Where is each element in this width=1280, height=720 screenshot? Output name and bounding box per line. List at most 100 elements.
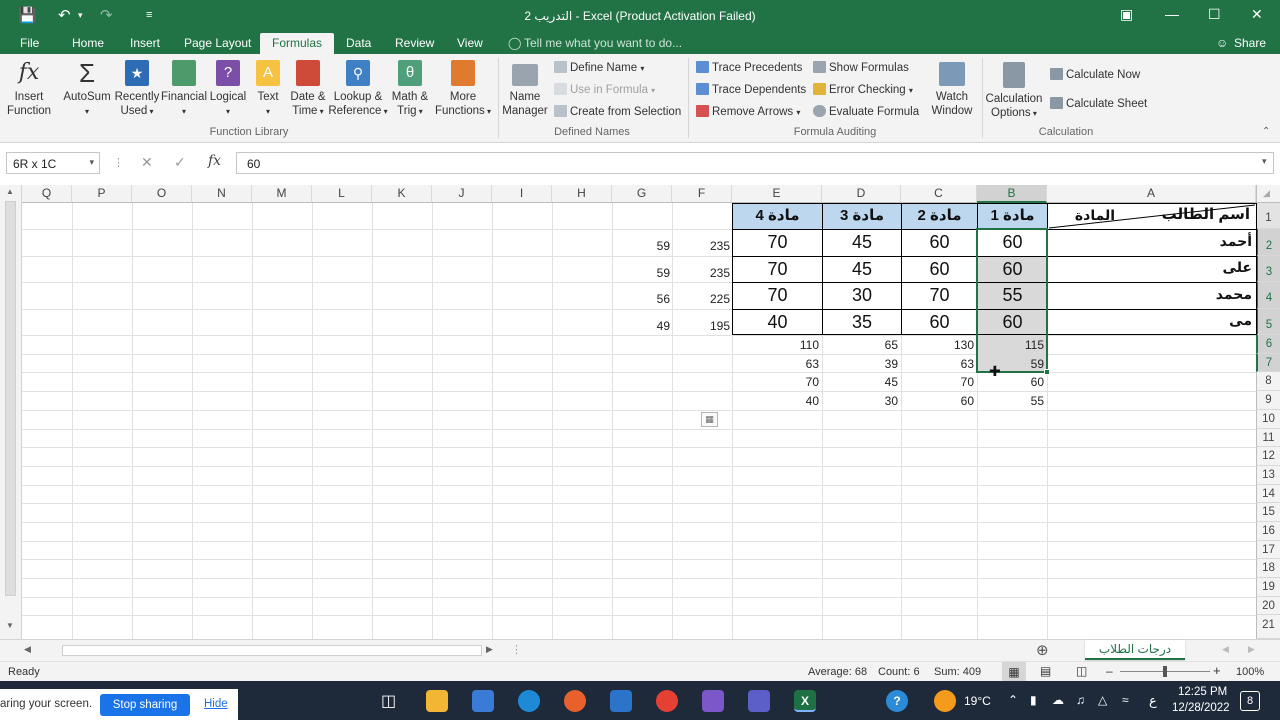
- cell-b3[interactable]: 60: [978, 259, 1047, 280]
- cloud-icon[interactable]: ☁: [1052, 693, 1064, 707]
- ribbon-display-icon[interactable]: ▣: [1120, 6, 1133, 23]
- cell-e5[interactable]: 40: [733, 312, 822, 333]
- row-header-19[interactable]: 19: [1256, 578, 1280, 597]
- cell-f5[interactable]: 195: [672, 319, 730, 333]
- cell-e3[interactable]: 70: [733, 259, 822, 280]
- trace-precedents-button[interactable]: Trace Precedents: [696, 61, 802, 74]
- status-count[interactable]: Count: 6: [878, 666, 920, 678]
- wifi-icon[interactable]: ≈: [1122, 693, 1129, 707]
- show-hidden-icons[interactable]: ⌃: [1008, 693, 1018, 707]
- chrome-icon[interactable]: [656, 690, 678, 712]
- weather-temperature[interactable]: 19°C: [964, 694, 991, 708]
- show-formulas-button[interactable]: Show Formulas: [813, 61, 909, 74]
- cell-f4[interactable]: 225: [672, 292, 730, 306]
- firefox-icon[interactable]: [564, 690, 586, 712]
- prev-sheet-icon[interactable]: ◀: [1222, 644, 1229, 655]
- insert-function-icon[interactable]: fx: [208, 153, 221, 169]
- name-manager-button[interactable]: Name Manager: [500, 64, 550, 118]
- cell-g4[interactable]: 56: [612, 292, 670, 306]
- tab-home[interactable]: Home: [72, 36, 104, 50]
- cell-d2[interactable]: 45: [823, 232, 901, 253]
- cell-g5[interactable]: 49: [612, 319, 670, 333]
- cell-d5[interactable]: 35: [823, 312, 901, 333]
- clock-date[interactable]: 12/28/2022: [1172, 702, 1230, 714]
- tab-page-layout[interactable]: Page Layout: [184, 36, 251, 50]
- cell-d6[interactable]: 65: [823, 338, 898, 352]
- cell-c3[interactable]: 60: [902, 259, 977, 280]
- cell-g2[interactable]: 59: [612, 239, 670, 253]
- scroll-right-icon[interactable]: ▶: [486, 644, 493, 655]
- page-layout-view-icon[interactable]: ▤: [1040, 664, 1051, 678]
- tab-review[interactable]: Review: [395, 36, 434, 50]
- row-header-21[interactable]: 21: [1256, 615, 1280, 639]
- calculate-now-button[interactable]: Calculate Now: [1050, 68, 1140, 81]
- stop-sharing-button[interactable]: Stop sharing: [100, 694, 190, 716]
- page-break-view-icon[interactable]: ◫: [1076, 664, 1087, 678]
- column-header-p[interactable]: P: [72, 185, 132, 203]
- vertical-scroll-thumb[interactable]: [5, 201, 16, 596]
- column-header-a[interactable]: A: [1047, 185, 1256, 203]
- zoom-out-icon[interactable]: –: [1106, 664, 1113, 678]
- row-header-7[interactable]: 7: [1256, 354, 1280, 372]
- row-header-4[interactable]: 4: [1256, 282, 1280, 309]
- fill-handle[interactable]: [1044, 369, 1050, 375]
- row-header-16[interactable]: 16: [1256, 522, 1280, 541]
- column-header-d[interactable]: D: [822, 185, 901, 203]
- cancel-icon[interactable]: ✕: [141, 154, 153, 171]
- scroll-left-icon[interactable]: ◀: [24, 644, 31, 655]
- row-header-6[interactable]: 6: [1256, 335, 1280, 354]
- cell-e8[interactable]: 70: [733, 375, 819, 389]
- column-header-j[interactable]: J: [432, 185, 492, 203]
- remove-arrows-button[interactable]: Remove Arrows ▾: [696, 105, 800, 118]
- expand-formula-bar-icon[interactable]: ▾: [1262, 156, 1267, 167]
- row-header-12[interactable]: 12: [1256, 447, 1280, 466]
- maximize-icon[interactable]: ☐: [1208, 6, 1221, 23]
- sheet-tab-grades[interactable]: درجات الطلاب: [1085, 640, 1185, 660]
- network-icon[interactable]: △: [1098, 693, 1107, 707]
- status-average[interactable]: Average: 68: [808, 666, 867, 678]
- select-all-corner[interactable]: ◢: [1256, 185, 1280, 203]
- enter-icon[interactable]: ✓: [174, 154, 186, 171]
- cell-b4[interactable]: 55: [978, 285, 1047, 306]
- column-header-g[interactable]: G: [612, 185, 672, 203]
- worksheet-grid[interactable]: ▲ ▼ Q P O N M L K J I H G F E D C B A ◢ …: [0, 185, 1280, 639]
- cell-f2[interactable]: 235: [672, 239, 730, 253]
- input-language[interactable]: ع: [1149, 693, 1157, 709]
- battery-icon[interactable]: ▮: [1030, 693, 1037, 707]
- cell-b6[interactable]: 115: [978, 338, 1044, 352]
- row-header-11[interactable]: 11: [1256, 429, 1280, 447]
- edge-icon[interactable]: [518, 690, 540, 712]
- save-icon[interactable]: 💾: [18, 6, 37, 24]
- column-header-i[interactable]: I: [492, 185, 552, 203]
- row-header-17[interactable]: 17: [1256, 541, 1280, 559]
- undo-icon[interactable]: ↶: [58, 6, 71, 24]
- horizontal-scrollbar[interactable]: [62, 645, 482, 656]
- cell-c2[interactable]: 60: [902, 232, 977, 253]
- share-button[interactable]: Share: [1234, 36, 1266, 50]
- math-trig-button[interactable]: θ Math & Trig ▾: [386, 60, 434, 119]
- cell-e9[interactable]: 40: [733, 394, 819, 408]
- lookup-reference-button[interactable]: ⚲ Lookup & Reference ▾: [328, 60, 388, 119]
- cell-d8[interactable]: 45: [823, 375, 898, 389]
- row-header-5[interactable]: 5: [1256, 309, 1280, 335]
- zoom-level[interactable]: 100%: [1236, 666, 1264, 678]
- status-sum[interactable]: Sum: 409: [934, 666, 981, 678]
- calculate-sheet-button[interactable]: Calculate Sheet: [1050, 97, 1147, 110]
- logical-button[interactable]: ? Logical ▾: [206, 60, 250, 119]
- excel-taskbar-icon[interactable]: X: [794, 690, 816, 712]
- name-box-dropdown-icon[interactable]: ▾: [89, 157, 94, 168]
- collapse-ribbon-icon[interactable]: ⌃: [1262, 126, 1270, 137]
- cell-c5[interactable]: 60: [902, 312, 977, 333]
- zoom-in-icon[interactable]: +: [1213, 663, 1221, 678]
- mail-icon[interactable]: [610, 690, 632, 712]
- minimize-icon[interactable]: —: [1165, 6, 1179, 22]
- row-header-1[interactable]: 1: [1256, 203, 1280, 229]
- row-header-18[interactable]: 18: [1256, 559, 1280, 578]
- undo-dropdown-icon[interactable]: ▾: [78, 10, 83, 21]
- cell-e4[interactable]: 70: [733, 285, 822, 306]
- cell-c9[interactable]: 60: [902, 394, 974, 408]
- text-button[interactable]: A Text ▾: [250, 60, 286, 119]
- tab-data[interactable]: Data: [346, 36, 371, 50]
- tab-split-icon[interactable]: ⋮: [511, 643, 522, 656]
- media-icon[interactable]: [702, 690, 724, 712]
